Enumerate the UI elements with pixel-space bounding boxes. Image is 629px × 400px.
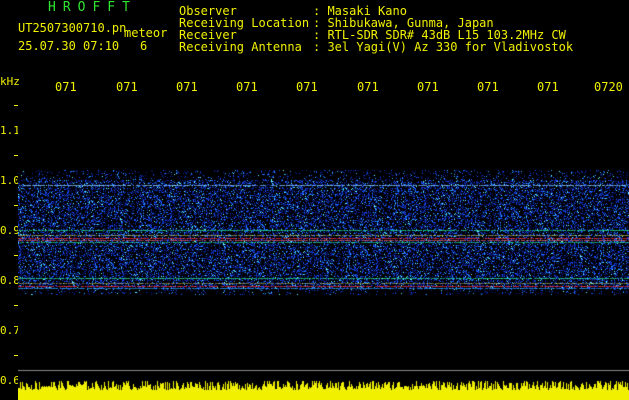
y-axis-unit: kHz	[0, 75, 20, 88]
time-tick-label: 071	[357, 80, 379, 94]
y-tick-label: 0.6	[0, 374, 20, 387]
y-tick-label: 0.7	[0, 324, 20, 337]
y-tick-label: 1.1	[0, 124, 20, 137]
time-tick-label: 071	[236, 80, 258, 94]
timestamp: 25.07.30 07:10	[18, 39, 120, 53]
file-name: UT2507300710.pn	[18, 21, 127, 35]
brand-title: HROFFT	[48, 0, 137, 15]
antenna-value: : 3el Yagi(V) Az 330 for Vladivostok	[313, 40, 574, 54]
counter-value: 6	[140, 39, 148, 53]
time-tick-label: 0720	[594, 80, 623, 94]
antenna-label: Receiving Antenna	[179, 40, 302, 54]
hrofft-spectrogram-window: HROFFT UT2507300710.pn meteor 25.07.30 0…	[0, 0, 629, 400]
time-tick-label: 071	[116, 80, 138, 94]
spectrogram-canvas	[18, 100, 629, 400]
time-tick-label: 071	[537, 80, 559, 94]
time-tick-label: 071	[55, 80, 77, 94]
time-tick-label: 071	[477, 80, 499, 94]
time-tick-label: 071	[176, 80, 198, 94]
mode-label: meteor	[124, 26, 168, 40]
y-tick-label: 1.0	[0, 174, 20, 187]
time-tick-label: 071	[296, 80, 318, 94]
spectrogram-plot	[18, 100, 629, 400]
time-tick-label: 071	[417, 80, 439, 94]
y-tick-label: 0.9	[0, 224, 20, 237]
y-tick-label: 0.8	[0, 274, 20, 287]
